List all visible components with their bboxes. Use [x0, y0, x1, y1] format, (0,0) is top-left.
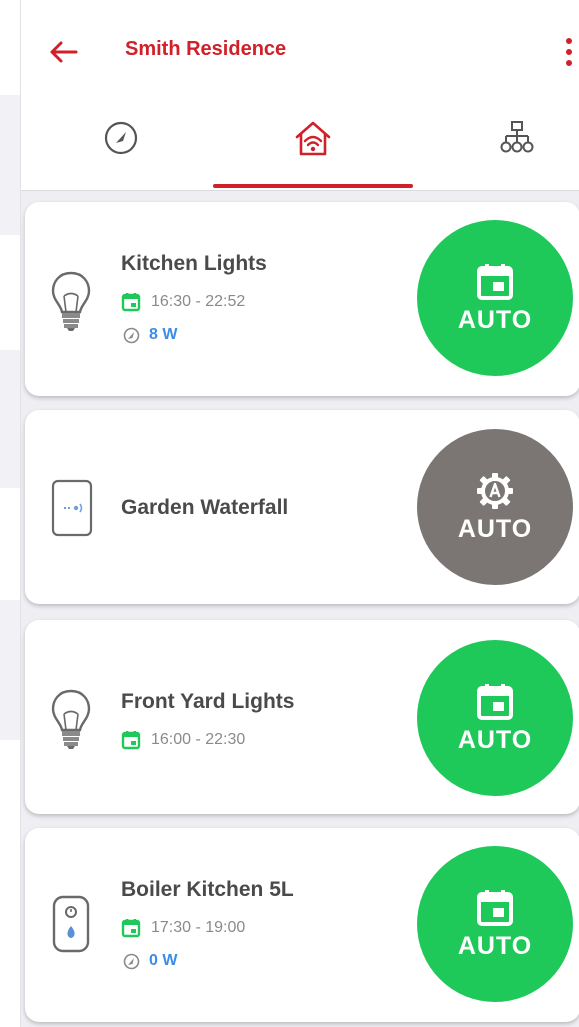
header: Smith Residence	[21, 0, 579, 191]
power-row: 8 W	[123, 326, 177, 344]
device-name: Kitchen Lights	[121, 252, 267, 275]
network-tree-icon	[500, 121, 534, 153]
auto-mode-button[interactable]: AUTO	[417, 846, 573, 1002]
tab-dashboard[interactable]	[61, 105, 181, 190]
lightbulb-icon	[51, 271, 91, 331]
auto-mode-button[interactable]: AUTO	[417, 640, 573, 796]
tab-network[interactable]	[457, 105, 577, 190]
dot-icon	[566, 38, 572, 44]
app-screen: Smith Residence Kitchen Lights 16:30 - 2…	[20, 0, 579, 1027]
gauge-icon	[104, 121, 138, 155]
page: Smith Residence Kitchen Lights 16:30 - 2…	[0, 0, 579, 1027]
dot-icon	[566, 49, 572, 55]
auto-label: AUTO	[457, 514, 533, 543]
wall-switch-icon	[51, 479, 93, 537]
schedule-time: 16:30 - 22:52	[151, 293, 246, 310]
power-row: 0 W	[123, 952, 177, 970]
device-card-garden-waterfall[interactable]: Garden Waterfall AUTO	[25, 410, 579, 604]
smart-home-icon	[295, 121, 331, 156]
calendar-icon	[477, 889, 513, 926]
calendar-icon	[121, 919, 141, 938]
power-value: 8 W	[149, 326, 178, 343]
calendar-icon	[121, 731, 141, 750]
auto-label: AUTO	[457, 305, 533, 334]
calendar-icon	[121, 293, 141, 312]
page-title: Smith Residence	[125, 38, 287, 60]
gear-auto-icon	[477, 472, 513, 509]
schedule-time: 17:30 - 19:00	[151, 919, 246, 936]
lightbulb-icon	[51, 689, 91, 749]
back-button[interactable]	[43, 34, 83, 70]
auto-label: AUTO	[457, 725, 533, 754]
auto-mode-button[interactable]: AUTO	[417, 429, 573, 585]
device-card-kitchen-lights[interactable]: Kitchen Lights 16:30 - 22:52 8 W AUTO	[25, 202, 579, 396]
power-value: 0 W	[149, 952, 178, 969]
schedule-time: 16:00 - 22:30	[151, 731, 246, 748]
background-strip	[0, 0, 20, 1027]
dot-icon	[566, 60, 572, 66]
device-name: Boiler Kitchen 5L	[121, 878, 294, 901]
active-tab-indicator	[213, 184, 413, 188]
power-meter-icon	[123, 327, 140, 343]
arrow-left-icon	[50, 41, 78, 63]
tab-devices[interactable]	[253, 105, 373, 190]
schedule-row: 16:30 - 22:52	[121, 292, 245, 312]
calendar-icon	[477, 683, 513, 720]
device-card-boiler-kitchen[interactable]: Boiler Kitchen 5L 17:30 - 19:00 0 W AUTO	[25, 828, 579, 1022]
auto-label: AUTO	[457, 931, 533, 960]
schedule-row: 17:30 - 19:00	[121, 918, 245, 938]
more-options-button[interactable]	[558, 32, 579, 72]
water-boiler-icon	[52, 895, 90, 953]
device-name: Front Yard Lights	[121, 690, 295, 713]
device-name: Garden Waterfall	[121, 496, 289, 519]
calendar-icon	[477, 263, 513, 300]
auto-mode-button[interactable]: AUTO	[417, 220, 573, 376]
schedule-row: 16:00 - 22:30	[121, 730, 245, 750]
power-meter-icon	[123, 953, 140, 969]
device-card-front-yard-lights[interactable]: Front Yard Lights 16:00 - 22:30 AUTO	[25, 620, 579, 814]
tab-bar	[21, 105, 579, 190]
